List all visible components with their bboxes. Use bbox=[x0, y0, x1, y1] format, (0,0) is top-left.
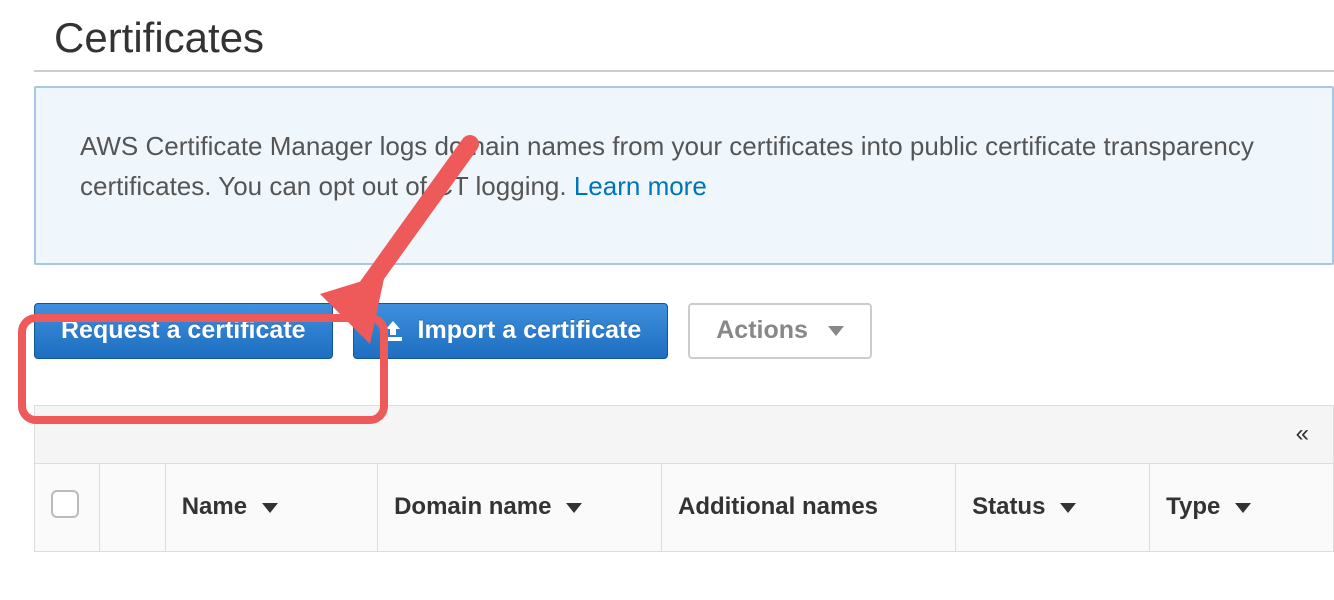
ct-logging-info-banner: AWS Certificate Manager logs domain name… bbox=[34, 86, 1334, 265]
caret-down-icon bbox=[262, 503, 278, 513]
upload-icon bbox=[380, 320, 406, 342]
import-certificate-button[interactable]: Import a certificate bbox=[353, 303, 669, 359]
column-header-type[interactable]: Type bbox=[1150, 463, 1334, 551]
column-header-select-all[interactable] bbox=[35, 463, 100, 551]
select-all-checkbox[interactable] bbox=[51, 490, 79, 518]
collapse-icon[interactable]: « bbox=[1296, 420, 1309, 448]
column-label-status: Status bbox=[972, 493, 1045, 520]
column-label-name: Name bbox=[182, 493, 247, 520]
caret-down-icon bbox=[1060, 503, 1076, 513]
table-toolbar: « bbox=[34, 405, 1334, 463]
certificates-table: Name Domain name Additional names bbox=[34, 463, 1334, 552]
column-label-type: Type bbox=[1166, 493, 1220, 520]
learn-more-link[interactable]: Learn more bbox=[574, 171, 707, 201]
actions-dropdown-button[interactable]: Actions bbox=[688, 303, 872, 359]
column-header-name[interactable]: Name bbox=[165, 463, 377, 551]
column-label-additional-names: Additional names bbox=[678, 493, 878, 520]
column-header-domain-name[interactable]: Domain name bbox=[378, 463, 662, 551]
request-certificate-button[interactable]: Request a certificate bbox=[34, 303, 333, 359]
page-title: Certificates bbox=[54, 14, 1334, 62]
column-header-status[interactable]: Status bbox=[956, 463, 1150, 551]
import-certificate-label: Import a certificate bbox=[418, 316, 642, 345]
column-header-additional-names[interactable]: Additional names bbox=[661, 463, 955, 551]
certificates-table-container: « Name Domain name bbox=[34, 405, 1334, 552]
table-header-row: Name Domain name Additional names bbox=[35, 463, 1334, 551]
caret-down-icon bbox=[1235, 503, 1251, 513]
column-label-domain-name: Domain name bbox=[394, 493, 551, 520]
column-header-expand bbox=[100, 463, 165, 551]
title-divider bbox=[34, 70, 1334, 72]
actions-label: Actions bbox=[716, 316, 808, 345]
caret-down-icon bbox=[828, 326, 844, 336]
action-button-row: Request a certificate Import a certifica… bbox=[34, 303, 1334, 359]
caret-down-icon bbox=[566, 503, 582, 513]
request-certificate-label: Request a certificate bbox=[61, 316, 306, 345]
